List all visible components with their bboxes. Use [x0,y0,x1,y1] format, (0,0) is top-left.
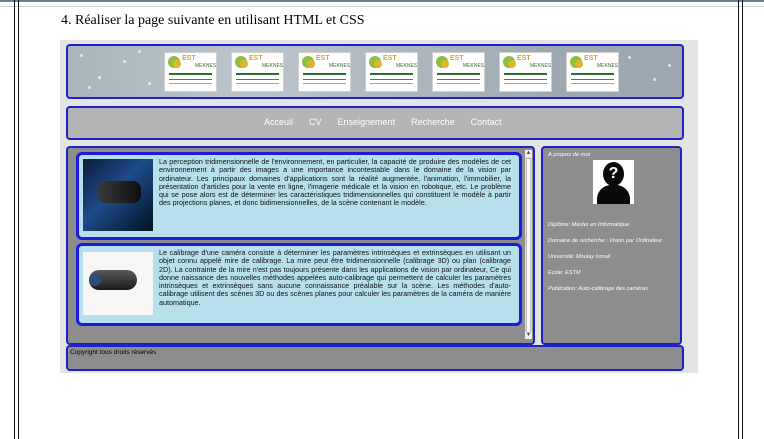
webpage-screenshot: EST MEKNES EST MEKNES EST MEKNES EST MEKNES … [60,40,698,373]
school-logo: EST MEKNES [566,52,619,92]
nav-link-recherche[interactable]: Recherche [411,117,455,127]
main-content: La perception tridimensionnelle de l'env… [66,146,535,345]
camera-image [83,252,153,315]
nav-link-cv[interactable]: CV [309,117,322,127]
about-title: A propos de moi [548,152,590,158]
info-diploma: Diplôme: Master en Informatique [548,222,630,228]
vr-image [83,159,153,231]
info-school: Ecole: ESTM [548,270,581,276]
page-frame-right [738,0,743,439]
article-card: Le calibrage d'une caméra consiste à dét… [76,243,522,326]
info-research-field: Domaine de recherche : Vision par Ordina… [548,238,663,244]
copyright-text: Copyright tous droits réservés [70,349,157,356]
top-rule [0,0,764,2]
content-scrollbar[interactable]: ▲ ▼ [525,150,532,339]
banner-header: EST MEKNES EST MEKNES EST MEKNES EST MEKNES … [66,44,684,99]
school-logo: EST MEKNES [231,52,284,92]
article-text: Le calibrage d'une caméra consiste à dét… [159,248,511,307]
school-logo: EST MEKNES [499,52,552,92]
nav-link-accueil[interactable]: Acceuil [264,117,293,127]
school-logo: EST MEKNES [432,52,485,92]
top-rule-thin [0,6,764,7]
profile-sidebar: A propos de moi ? Diplôme: Master en Inf… [541,146,682,345]
school-logo: EST MEKNES [298,52,351,92]
school-logo: EST MEKNES [365,52,418,92]
nav-link-enseignement[interactable]: Enseignement [338,117,396,127]
nav-link-contact[interactable]: Contact [471,117,502,127]
info-publication: Publication: Auto-calibrage des caméras [548,286,648,292]
info-university: Université: Moulay Ismail [548,254,611,260]
school-logo: EST MEKNES [164,52,217,92]
avatar-placeholder-icon: ? [593,160,634,204]
article-text: La perception tridimensionnelle de l'env… [159,157,511,208]
scroll-thumb[interactable] [526,158,531,334]
article-card: La perception tridimensionnelle de l'env… [76,152,522,240]
scroll-up-icon[interactable]: ▲ [525,150,532,157]
page-frame-left [14,0,19,439]
logo-strip: EST MEKNES EST MEKNES EST MEKNES EST MEKNES … [164,52,619,92]
page-footer: Copyright tous droits réservés [66,345,684,371]
exercise-heading: 4. Réaliser la page suivante en utilisan… [61,13,365,28]
scroll-down-icon[interactable]: ▼ [525,332,532,339]
nav-bar: Acceuil CV Enseignement Recherche Contac… [66,106,684,140]
